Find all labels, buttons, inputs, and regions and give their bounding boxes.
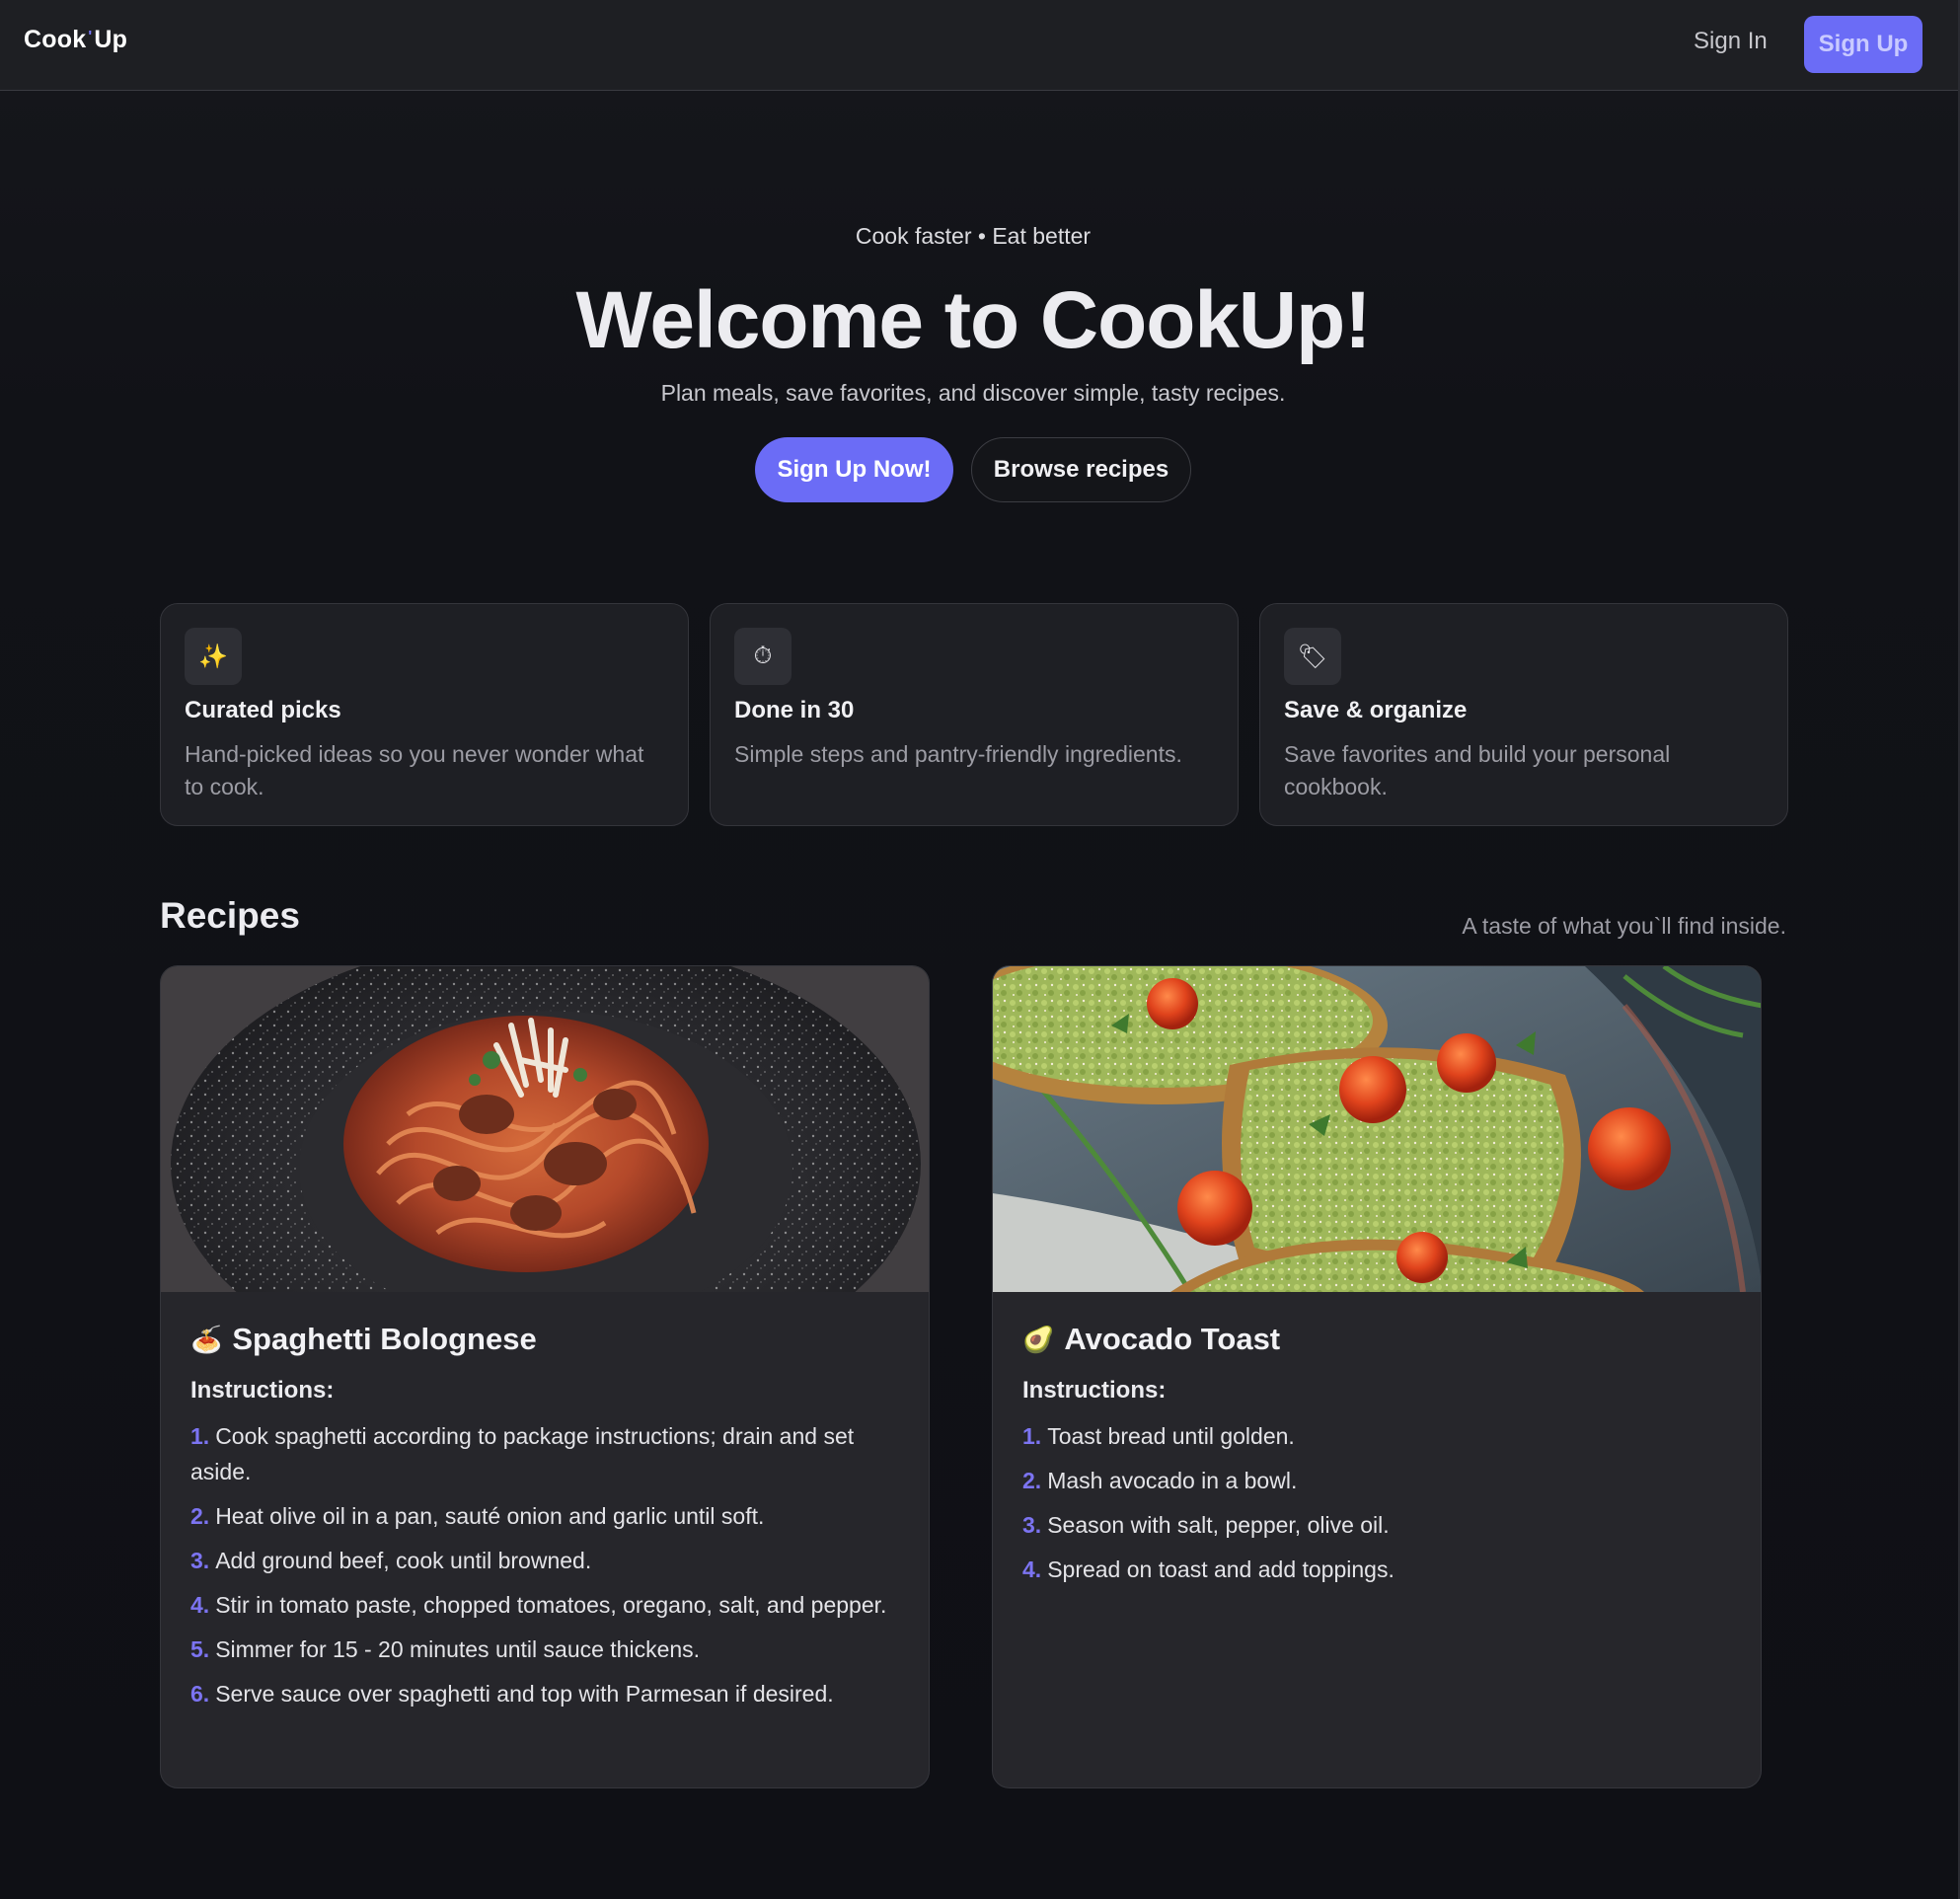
recipe-title-text: Avocado Toast: [1064, 1322, 1281, 1356]
feature-title: Done in 30: [734, 697, 855, 723]
recipes-heading: Recipes: [160, 895, 300, 936]
instruction-step: 2. Heat olive oil in a pan, sauté onion a…: [190, 1503, 765, 1529]
sign-up-button[interactable]: Sign Up: [1804, 16, 1922, 73]
recipe-title-text: Spaghetti Bolognese: [232, 1322, 537, 1356]
instruction-step: 2. Mash avocado in a bowl.: [1022, 1468, 1298, 1493]
bookmark-tag-icon: 🏷: [1284, 628, 1341, 685]
recipe-card-spaghetti[interactable]: 🍝 Spaghetti Bolognese Instructions: 1. Co…: [160, 965, 930, 1788]
recipe-title: 🍝 Spaghetti Bolognese: [190, 1322, 899, 1357]
sign-up-now-button[interactable]: Sign Up Now!: [755, 437, 953, 502]
instruction-step: 4. Spread on toast and add toppings.: [1022, 1557, 1395, 1582]
avocado-toast-photo-illustration: [993, 966, 1761, 1292]
feature-card-done-in-30: ⏱ Done in 30 Simple steps and pantry-fri…: [710, 603, 1239, 826]
instructions-list: 1. Toast bread until golden. 2. Mash avoca…: [1022, 1418, 1731, 1587]
instructions-list: 1. Cook spaghetti according to package in…: [190, 1418, 899, 1711]
recipe-body: 🍝 Spaghetti Bolognese Instructions: 1. Co…: [161, 1292, 929, 1750]
stopwatch-icon: ⏱: [734, 628, 792, 685]
instruction-step: 5. Simmer for 15 - 20 minutes until sauce…: [190, 1636, 701, 1662]
sign-in-link[interactable]: Sign In: [1694, 28, 1768, 55]
instructions-label: Instructions:: [190, 1377, 335, 1404]
feature-desc: Save favorites and build your personal c…: [1284, 741, 1671, 799]
avocado-icon: 🥑: [1022, 1324, 1055, 1354]
page: Cook 'Up Sign In Sign Up Cook faster • Ea…: [0, 0, 1960, 1899]
logo-text-up: Up: [94, 26, 128, 53]
hero-title: Welcome to CookUp!: [575, 275, 1371, 365]
recipes-note: A taste of what you`ll find inside.: [1462, 913, 1786, 939]
feature-desc: Hand-picked ideas so you never wonder wh…: [185, 741, 644, 799]
logo-mark: ': [88, 29, 93, 45]
recipe-body: 🥑 Avocado Toast Instructions: 1. Toast br…: [993, 1292, 1761, 1626]
feature-title: Save & organize: [1284, 697, 1468, 723]
feature-card-save-organize: 🏷 Save & organize Save favorites and bui…: [1259, 603, 1788, 826]
spaghetti-photo-illustration: [161, 966, 929, 1292]
top-navbar: Cook 'Up Sign In Sign Up: [0, 0, 1958, 91]
instruction-step: 3. Add ground beef, cook until browned.: [190, 1548, 592, 1573]
recipe-card-avocado-toast[interactable]: 🥑 Avocado Toast Instructions: 1. Toast br…: [992, 965, 1762, 1788]
logo[interactable]: Cook 'Up: [24, 26, 127, 54]
recipe-photo-spaghetti: [161, 966, 929, 1292]
feature-desc: Simple steps and pantry-friendly ingredi…: [734, 741, 1182, 767]
feature-card-curated: ✨ Curated picks Hand-picked ideas so you…: [160, 603, 689, 826]
sparkles-icon: ✨: [185, 628, 242, 685]
instruction-step: 1. Toast bread until golden.: [1022, 1423, 1295, 1449]
logo-text-cook: Cook: [24, 26, 87, 53]
instruction-step: 3. Season with salt, pepper, olive oil.: [1022, 1512, 1390, 1538]
recipe-photo-avocado-toast: [993, 966, 1761, 1292]
spaghetti-icon: 🍝: [190, 1324, 223, 1354]
browse-recipes-button[interactable]: Browse recipes: [971, 437, 1191, 502]
instruction-step: 6. Serve sauce over spaghetti and top wit…: [190, 1681, 834, 1707]
recipe-title: 🥑 Avocado Toast: [1022, 1322, 1731, 1357]
instruction-step: 1. Cook spaghetti according to package in…: [190, 1423, 855, 1484]
hero-subtitle: Plan meals, save favorites, and discover…: [660, 380, 1286, 406]
instructions-label: Instructions:: [1022, 1377, 1167, 1404]
feature-title: Curated picks: [185, 697, 341, 723]
hero-eyebrow: Cook faster • Eat better: [855, 223, 1092, 249]
instruction-step: 4. Stir in tomato paste, chopped tomatoes…: [190, 1592, 887, 1618]
